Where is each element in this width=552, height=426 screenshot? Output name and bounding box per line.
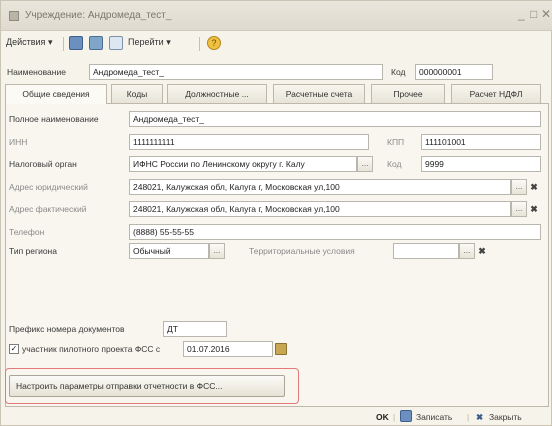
tab-other[interactable]: Прочее bbox=[371, 84, 445, 103]
region-type-label: Тип региона bbox=[9, 246, 57, 256]
close-window-button[interactable]: ✕ bbox=[541, 7, 551, 21]
footer-bar: OK | Записать | ✖ Закрыть bbox=[1, 407, 552, 426]
kpp-field[interactable]: 111101001 bbox=[421, 134, 541, 150]
minimize-button[interactable]: _ bbox=[518, 7, 525, 21]
legal-address-select-button[interactable]: ... bbox=[511, 179, 527, 195]
full-name-field[interactable]: Андромеда_тест_ bbox=[129, 111, 541, 127]
footer-divider: | bbox=[467, 412, 470, 422]
close-icon: ✖ bbox=[476, 412, 484, 422]
actions-menu-label: Действия bbox=[6, 37, 46, 47]
window: Учреждение: Андромеда_тест_ _ □ ✕ Действ… bbox=[0, 0, 552, 426]
goto-menu-label: Перейти bbox=[128, 37, 164, 47]
tab-ndfl[interactable]: Расчет НДФЛ bbox=[451, 84, 541, 103]
prefix-field[interactable]: ДТ bbox=[163, 321, 227, 337]
fss-settings-button[interactable]: Настроить параметры отправки отчетности … bbox=[9, 375, 285, 397]
tab-bar: Общие сведения Коды Должностные ... Расч… bbox=[5, 84, 549, 104]
close-button[interactable]: Закрыть bbox=[489, 412, 522, 422]
save-icon bbox=[400, 410, 412, 422]
territorial-conditions-label: Территориальные условия bbox=[249, 246, 355, 256]
save-icon[interactable] bbox=[69, 36, 83, 50]
region-type-field[interactable]: Обычный bbox=[129, 243, 209, 259]
document-icon[interactable] bbox=[109, 36, 123, 50]
calendar-icon[interactable] bbox=[275, 343, 287, 355]
actual-address-field[interactable]: 248021, Калужская обл, Калуга г, Московс… bbox=[129, 201, 511, 217]
kpp-label: КПП bbox=[387, 137, 405, 147]
phone-label: Телефон bbox=[9, 227, 45, 237]
tab-positions[interactable]: Должностные ... bbox=[167, 84, 267, 103]
help-icon[interactable]: ? bbox=[207, 36, 221, 50]
prefix-label: Префикс номера документов bbox=[9, 324, 125, 334]
actual-address-label: Адрес фактический bbox=[9, 204, 87, 214]
tax-authority-select-button[interactable]: ... bbox=[357, 156, 373, 172]
fss-pilot-checkbox[interactable]: ✓ bbox=[9, 344, 19, 354]
tax-code-label: Код bbox=[387, 159, 402, 169]
legal-address-clear-icon[interactable]: ✖ bbox=[527, 179, 541, 195]
actual-address-clear-icon[interactable]: ✖ bbox=[527, 201, 541, 217]
tab-codes[interactable]: Коды bbox=[111, 84, 163, 103]
app-icon bbox=[9, 11, 19, 21]
save-button[interactable]: Записать bbox=[416, 412, 452, 422]
region-type-select-button[interactable]: ... bbox=[209, 243, 225, 259]
maximize-button[interactable]: □ bbox=[530, 7, 537, 21]
window-title: Учреждение: Андромеда_тест_ bbox=[25, 10, 172, 21]
toolbar-divider bbox=[63, 37, 64, 51]
legal-address-label: Адрес юридический bbox=[9, 182, 88, 192]
toolbar: Действия ▾ Перейти ▾ ? bbox=[1, 31, 552, 57]
footer-divider: | bbox=[393, 412, 396, 422]
chevron-down-icon: ▾ bbox=[166, 37, 171, 47]
territorial-conditions-field[interactable] bbox=[393, 243, 459, 259]
tab-bank-accounts[interactable]: Расчетные счета bbox=[273, 84, 365, 103]
actions-menu[interactable]: Действия ▾ bbox=[6, 37, 52, 48]
save-close-icon[interactable] bbox=[89, 36, 103, 50]
phone-field[interactable]: (8888) 55-55-55 bbox=[129, 224, 541, 240]
code-label: Код bbox=[391, 67, 406, 77]
tax-authority-field[interactable]: ИФНС России по Ленинскому округу г. Калу bbox=[129, 156, 357, 172]
inn-field[interactable]: 1111111111 bbox=[129, 134, 369, 150]
chevron-down-icon: ▾ bbox=[47, 37, 53, 47]
territorial-conditions-select-button[interactable]: ... bbox=[459, 243, 475, 259]
fss-pilot-label: участник пилотного проекта ФСС с bbox=[22, 344, 161, 354]
tax-authority-label: Налоговый орган bbox=[9, 159, 77, 169]
tax-code-field[interactable]: 9999 bbox=[421, 156, 541, 172]
title-bar: Учреждение: Андромеда_тест_ _ □ ✕ bbox=[1, 1, 552, 31]
legal-address-field[interactable]: 248021, Калужская обл, Калуга г, Московс… bbox=[129, 179, 511, 195]
ok-button[interactable]: OK bbox=[376, 412, 389, 422]
goto-menu[interactable]: Перейти ▾ bbox=[128, 37, 171, 48]
full-name-label: Полное наименование bbox=[9, 114, 99, 124]
fss-pilot-date-field[interactable]: 01.07.2016 bbox=[183, 341, 273, 357]
name-label: Наименование bbox=[7, 67, 66, 77]
tab-general[interactable]: Общие сведения bbox=[5, 84, 107, 104]
name-field[interactable]: Андромеда_тест_ bbox=[89, 64, 383, 80]
inn-label: ИНН bbox=[9, 137, 28, 147]
toolbar-divider bbox=[199, 37, 200, 51]
code-field[interactable]: 000000001 bbox=[415, 64, 493, 80]
actual-address-select-button[interactable]: ... bbox=[511, 201, 527, 217]
territorial-conditions-clear-icon[interactable]: ✖ bbox=[475, 243, 489, 259]
